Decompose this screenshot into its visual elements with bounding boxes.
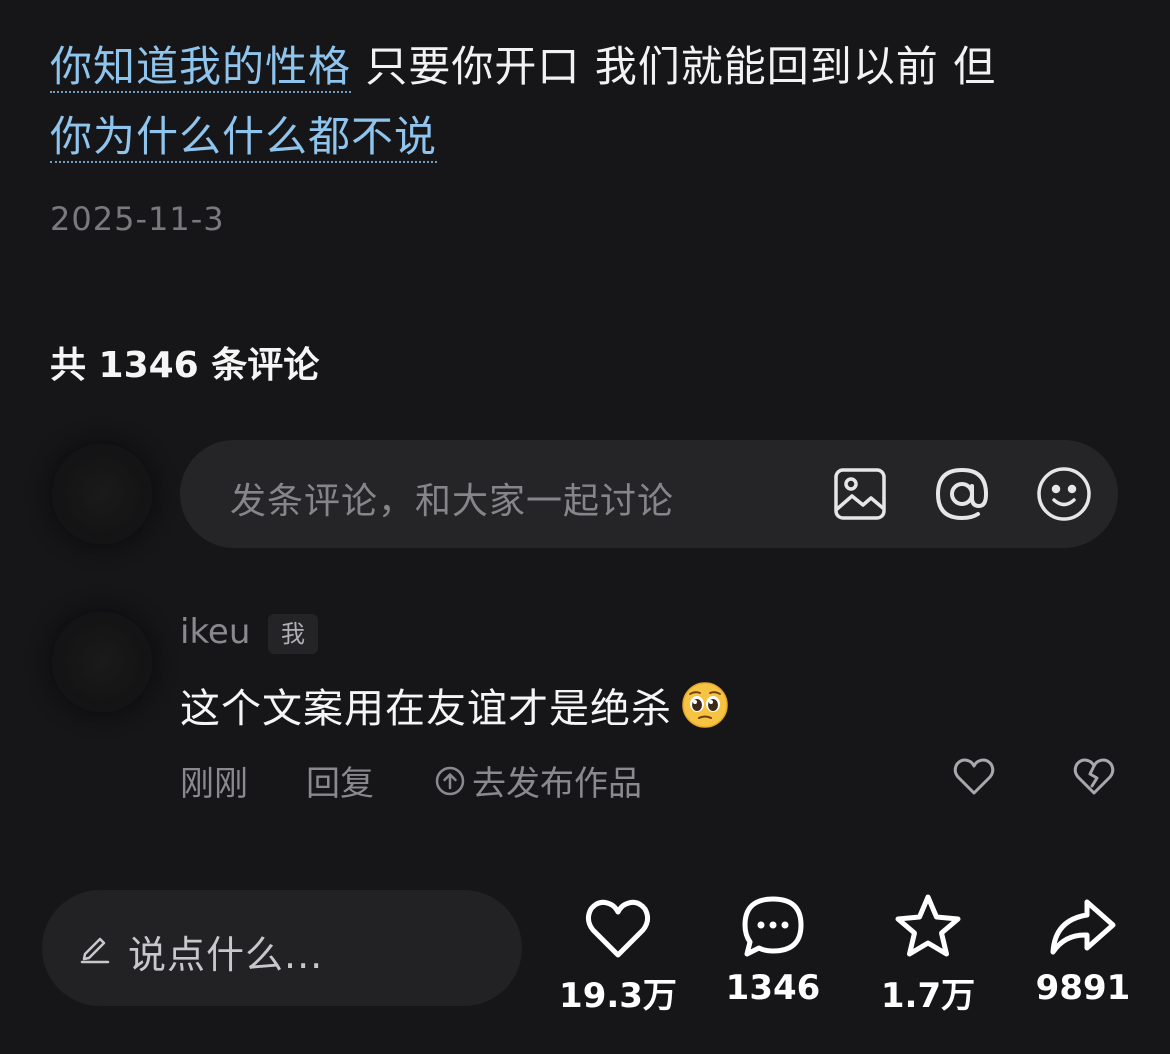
post-detail-page: 你知道我的性格 只要你开口 我们就能回到以前 但你为什么什么都不说 2025-1… (0, 0, 1170, 1054)
self-badge: 我 (268, 614, 318, 654)
caption-hashtag-link-2[interactable]: 你为什么什么都不说 (50, 112, 438, 163)
comment-stat[interactable]: 1346 (703, 890, 843, 1008)
bottom-input-placeholder[interactable]: 说点什么... (128, 924, 323, 979)
like-stat[interactable]: 19.3万 (548, 890, 688, 1017)
comment-body: 这个文案用在友谊才是绝杀 (180, 686, 672, 732)
comment-text: 这个文案用在友谊才是绝杀 (180, 676, 730, 734)
share-stat[interactable]: 9891 (1013, 890, 1153, 1008)
publish-work-button[interactable]: 去发布作品 (434, 756, 642, 805)
comment-count-heading: 共 1346 条评论 (50, 345, 320, 386)
upload-circle-icon (434, 765, 466, 797)
image-icon[interactable] (830, 464, 890, 524)
favorite-count: 1.7万 (880, 976, 976, 1016)
commenter-username[interactable]: ikeu (180, 612, 250, 652)
comment-input-placeholder[interactable]: 发条评论，和大家一起讨论 (230, 472, 674, 524)
caption-text: 只要你开口 我们就能回到以前 但 (351, 42, 997, 91)
at-icon[interactable] (932, 464, 992, 524)
current-user-avatar[interactable] (52, 444, 152, 544)
pencil-icon (78, 930, 112, 964)
share-count: 9891 (1035, 968, 1131, 1008)
pleading-face-emoji-icon (680, 680, 730, 730)
comment-bubble-icon[interactable] (735, 890, 811, 966)
favorite-stat[interactable]: 1.7万 (858, 890, 998, 1017)
comment-input-box[interactable]: 发条评论，和大家一起讨论 (180, 440, 1118, 548)
comment-stat-count: 1346 (725, 968, 821, 1008)
reply-button[interactable]: 回复 (306, 756, 374, 805)
publish-work-label: 去发布作品 (472, 764, 642, 804)
share-arrow-icon[interactable] (1045, 890, 1121, 966)
heart-icon[interactable] (580, 890, 656, 966)
commenter-avatar[interactable] (52, 612, 152, 712)
bottom-comment-input[interactable]: 说点什么... (42, 890, 522, 1006)
star-icon[interactable] (890, 890, 966, 966)
post-date: 2025-11-3 (50, 200, 225, 238)
comment-dislike-broken-heart-icon[interactable] (1070, 752, 1118, 800)
caption-hashtag-link[interactable]: 你知道我的性格 (50, 42, 352, 93)
like-count: 19.3万 (559, 976, 677, 1016)
comment-time: 刚刚 (180, 764, 248, 804)
comment-like-heart-icon[interactable] (950, 752, 998, 800)
emoji-icon[interactable] (1034, 464, 1094, 524)
post-caption: 你知道我的性格 只要你开口 我们就能回到以前 但你为什么什么都不说 (50, 32, 1130, 172)
